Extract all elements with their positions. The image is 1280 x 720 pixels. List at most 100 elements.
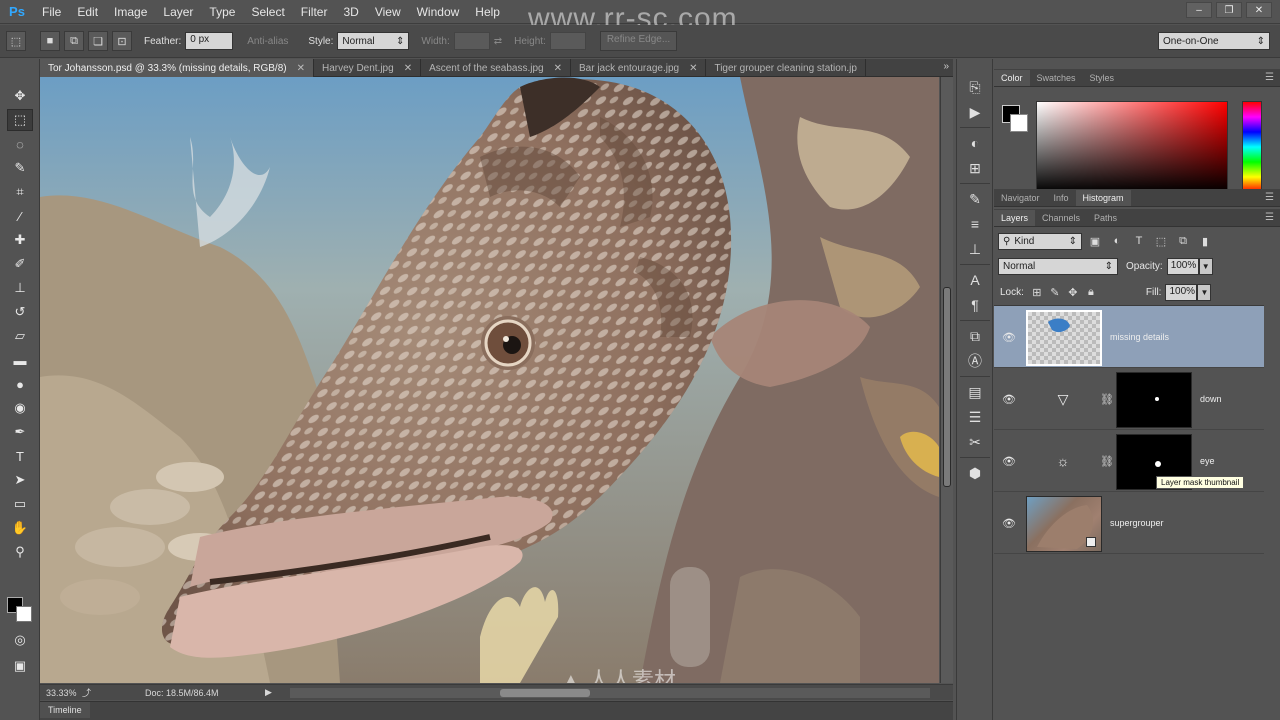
type-tool-icon[interactable]: T [7,445,33,467]
scrollbar-thumb[interactable] [943,287,951,487]
marquee-tool-icon[interactable]: ⬚ [7,109,33,131]
panel-menu-icon[interactable]: ☰ [1265,212,1280,223]
feather-input[interactable]: 0 px [185,32,234,50]
filter-toggle-icon[interactable]: ▮ [1196,233,1214,249]
history-icon[interactable]: ⎘ [964,76,986,98]
crop-tool-icon[interactable]: ⌗ [7,181,33,203]
tab-ascent-seabass[interactable]: Ascent of the seabass.jpg ✕ [421,59,571,77]
style-select[interactable]: Normal ⇕ [337,32,410,50]
tab-tor-johansson[interactable]: Tor Johansson.psd @ 33.3% (missing detai… [40,59,314,77]
hand-tool-icon[interactable]: ✋ [7,517,33,539]
shape-filter-icon[interactable]: ⬚ [1152,233,1170,249]
close-icon[interactable]: ✕ [554,63,562,74]
brush-tool-icon[interactable]: ✐ [7,253,33,275]
eraser-tool-icon[interactable]: ▱ [7,325,33,347]
tab-navigator[interactable]: Navigator [994,190,1047,206]
properties-icon[interactable]: ⊞ [964,157,986,179]
horizontal-scrollbar[interactable] [290,688,930,698]
document-canvas[interactable]: ▲ 人人素材 [40,77,939,683]
lock-transparent-icon[interactable]: ⊞ [1028,284,1046,300]
color-picker-field[interactable] [1036,101,1228,193]
clone-source-icon[interactable]: ⊥ [964,238,986,260]
marquee-preset-icon[interactable]: ⬚ [6,31,26,51]
menu-3d[interactable]: 3D [335,0,366,24]
subtract-selection-icon[interactable]: ❏ [88,31,108,51]
history-brush-tool-icon[interactable]: ↺ [7,301,33,323]
menu-type[interactable]: Type [201,0,243,24]
brightness-adjustment-icon[interactable]: ☼ [1054,452,1072,470]
layer-name[interactable]: down [1200,394,1222,404]
tool-presets-icon[interactable]: ✂ [964,431,986,453]
width-input[interactable] [453,32,490,50]
eyedropper-tool-icon[interactable]: ⁄ [7,205,33,227]
antialias-label[interactable]: Anti-alias [247,36,288,47]
layer-row-eye[interactable]: 👁︎ ☼ ⛓︎ eye Layer mask thumbnail [994,430,1264,492]
menu-select[interactable]: Select [243,0,292,24]
info-icon[interactable]: ☰ [964,406,986,428]
refine-edge-button[interactable]: Refine Edge... [599,31,678,51]
background-color-swatch[interactable] [16,606,32,622]
adjustment-filter-icon[interactable]: ◐ [1108,233,1126,249]
blur-tool-icon[interactable]: ● [7,373,33,395]
tab-tiger-grouper[interactable]: Tiger grouper cleaning station.jp [706,59,866,77]
zoom-tool-icon[interactable]: ⚲ [7,541,33,563]
link-chain-icon[interactable]: ⛓︎ [1100,390,1114,408]
layer-name[interactable]: supergrouper [1110,518,1164,528]
opacity-dropdown-icon[interactable]: ▼ [1198,257,1213,275]
clone-stamp-tool-icon[interactable]: ⊥ [7,277,33,299]
character-icon[interactable]: A [964,269,986,291]
menu-filter[interactable]: Filter [293,0,336,24]
panel-menu-icon[interactable]: ☰ [1265,72,1280,83]
tab-timeline[interactable]: Timeline [40,702,90,718]
close-icon[interactable]: ✕ [404,63,412,74]
lock-position-icon[interactable]: ✥ [1064,284,1082,300]
scrollbar-thumb[interactable] [500,689,590,697]
paragraph-icon[interactable]: ¶ [964,294,986,316]
hue-slider[interactable] [1242,101,1262,193]
path-select-tool-icon[interactable]: ➤ [7,469,33,491]
kind-filter-select[interactable]: ⚲ Kind ⇕ [998,232,1082,250]
actions-icon[interactable]: ▶ [964,101,986,123]
tab-histogram[interactable]: Histogram [1075,190,1131,206]
gradient-tool-icon[interactable]: ▬ [7,349,33,371]
zoom-level[interactable]: 33.33% [40,688,80,698]
menu-layer[interactable]: Layer [155,0,201,24]
swap-icon[interactable]: ⇄ [494,36,502,47]
minimize-button[interactable]: ‒ [1186,2,1212,18]
tab-info[interactable]: Info [1047,190,1076,206]
layer-name[interactable]: eye [1200,456,1215,466]
smart-object-filter-icon[interactable]: ⧉ [1174,233,1192,249]
lock-image-icon[interactable]: ✎ [1046,284,1064,300]
tab-harvey-dent[interactable]: Harvey Dent.jpg ✕ [314,59,422,77]
close-button[interactable]: ✕ [1246,2,1272,18]
tab-layers[interactable]: Layers [994,210,1036,226]
notes-icon[interactable]: ▤ [964,381,986,403]
pixel-filter-icon[interactable]: ▣ [1086,233,1104,249]
tab-styles[interactable]: Styles [1083,70,1122,86]
visibility-eye-icon[interactable]: 👁︎ [1002,330,1016,344]
quick-mask-icon[interactable]: ◎ [7,629,33,651]
background-color[interactable] [1010,114,1028,132]
menu-edit[interactable]: Edit [69,0,106,24]
brush-icon[interactable]: ✎ [964,188,986,210]
visibility-eye-icon[interactable]: 👁︎ [1002,516,1016,530]
adjustments-icon[interactable]: ◐ [964,132,986,154]
brush-presets-icon[interactable]: ≡ [964,213,986,235]
status-arrow-icon[interactable]: ▶ [265,687,272,698]
quick-select-tool-icon[interactable]: ✎ [7,157,33,179]
layer-mask-thumbnail[interactable] [1116,372,1192,428]
screen-mode-icon[interactable]: ▣ [7,655,33,677]
tab-channels[interactable]: Channels [1035,210,1087,226]
visibility-eye-icon[interactable]: 👁︎ [1002,454,1016,468]
3d-icon[interactable]: ⬢ [964,462,986,484]
layer-row-supergrouper[interactable]: 👁︎ supergrouper [994,492,1264,554]
fill-input[interactable]: 100% [1165,283,1198,301]
pen-tool-icon[interactable]: ✒ [7,421,33,443]
new-selection-icon[interactable]: ■ [40,31,60,51]
tab-bar-jack[interactable]: Bar jack entourage.jpg ✕ [571,59,707,77]
intersect-selection-icon[interactable]: ⊡ [112,31,132,51]
shape-tool-icon[interactable]: ▭ [7,493,33,515]
type-filter-icon[interactable]: T [1130,233,1148,249]
close-icon[interactable]: ✕ [297,63,305,74]
layer-row-down[interactable]: 👁︎ ▽ ⛓︎ down [994,368,1264,430]
